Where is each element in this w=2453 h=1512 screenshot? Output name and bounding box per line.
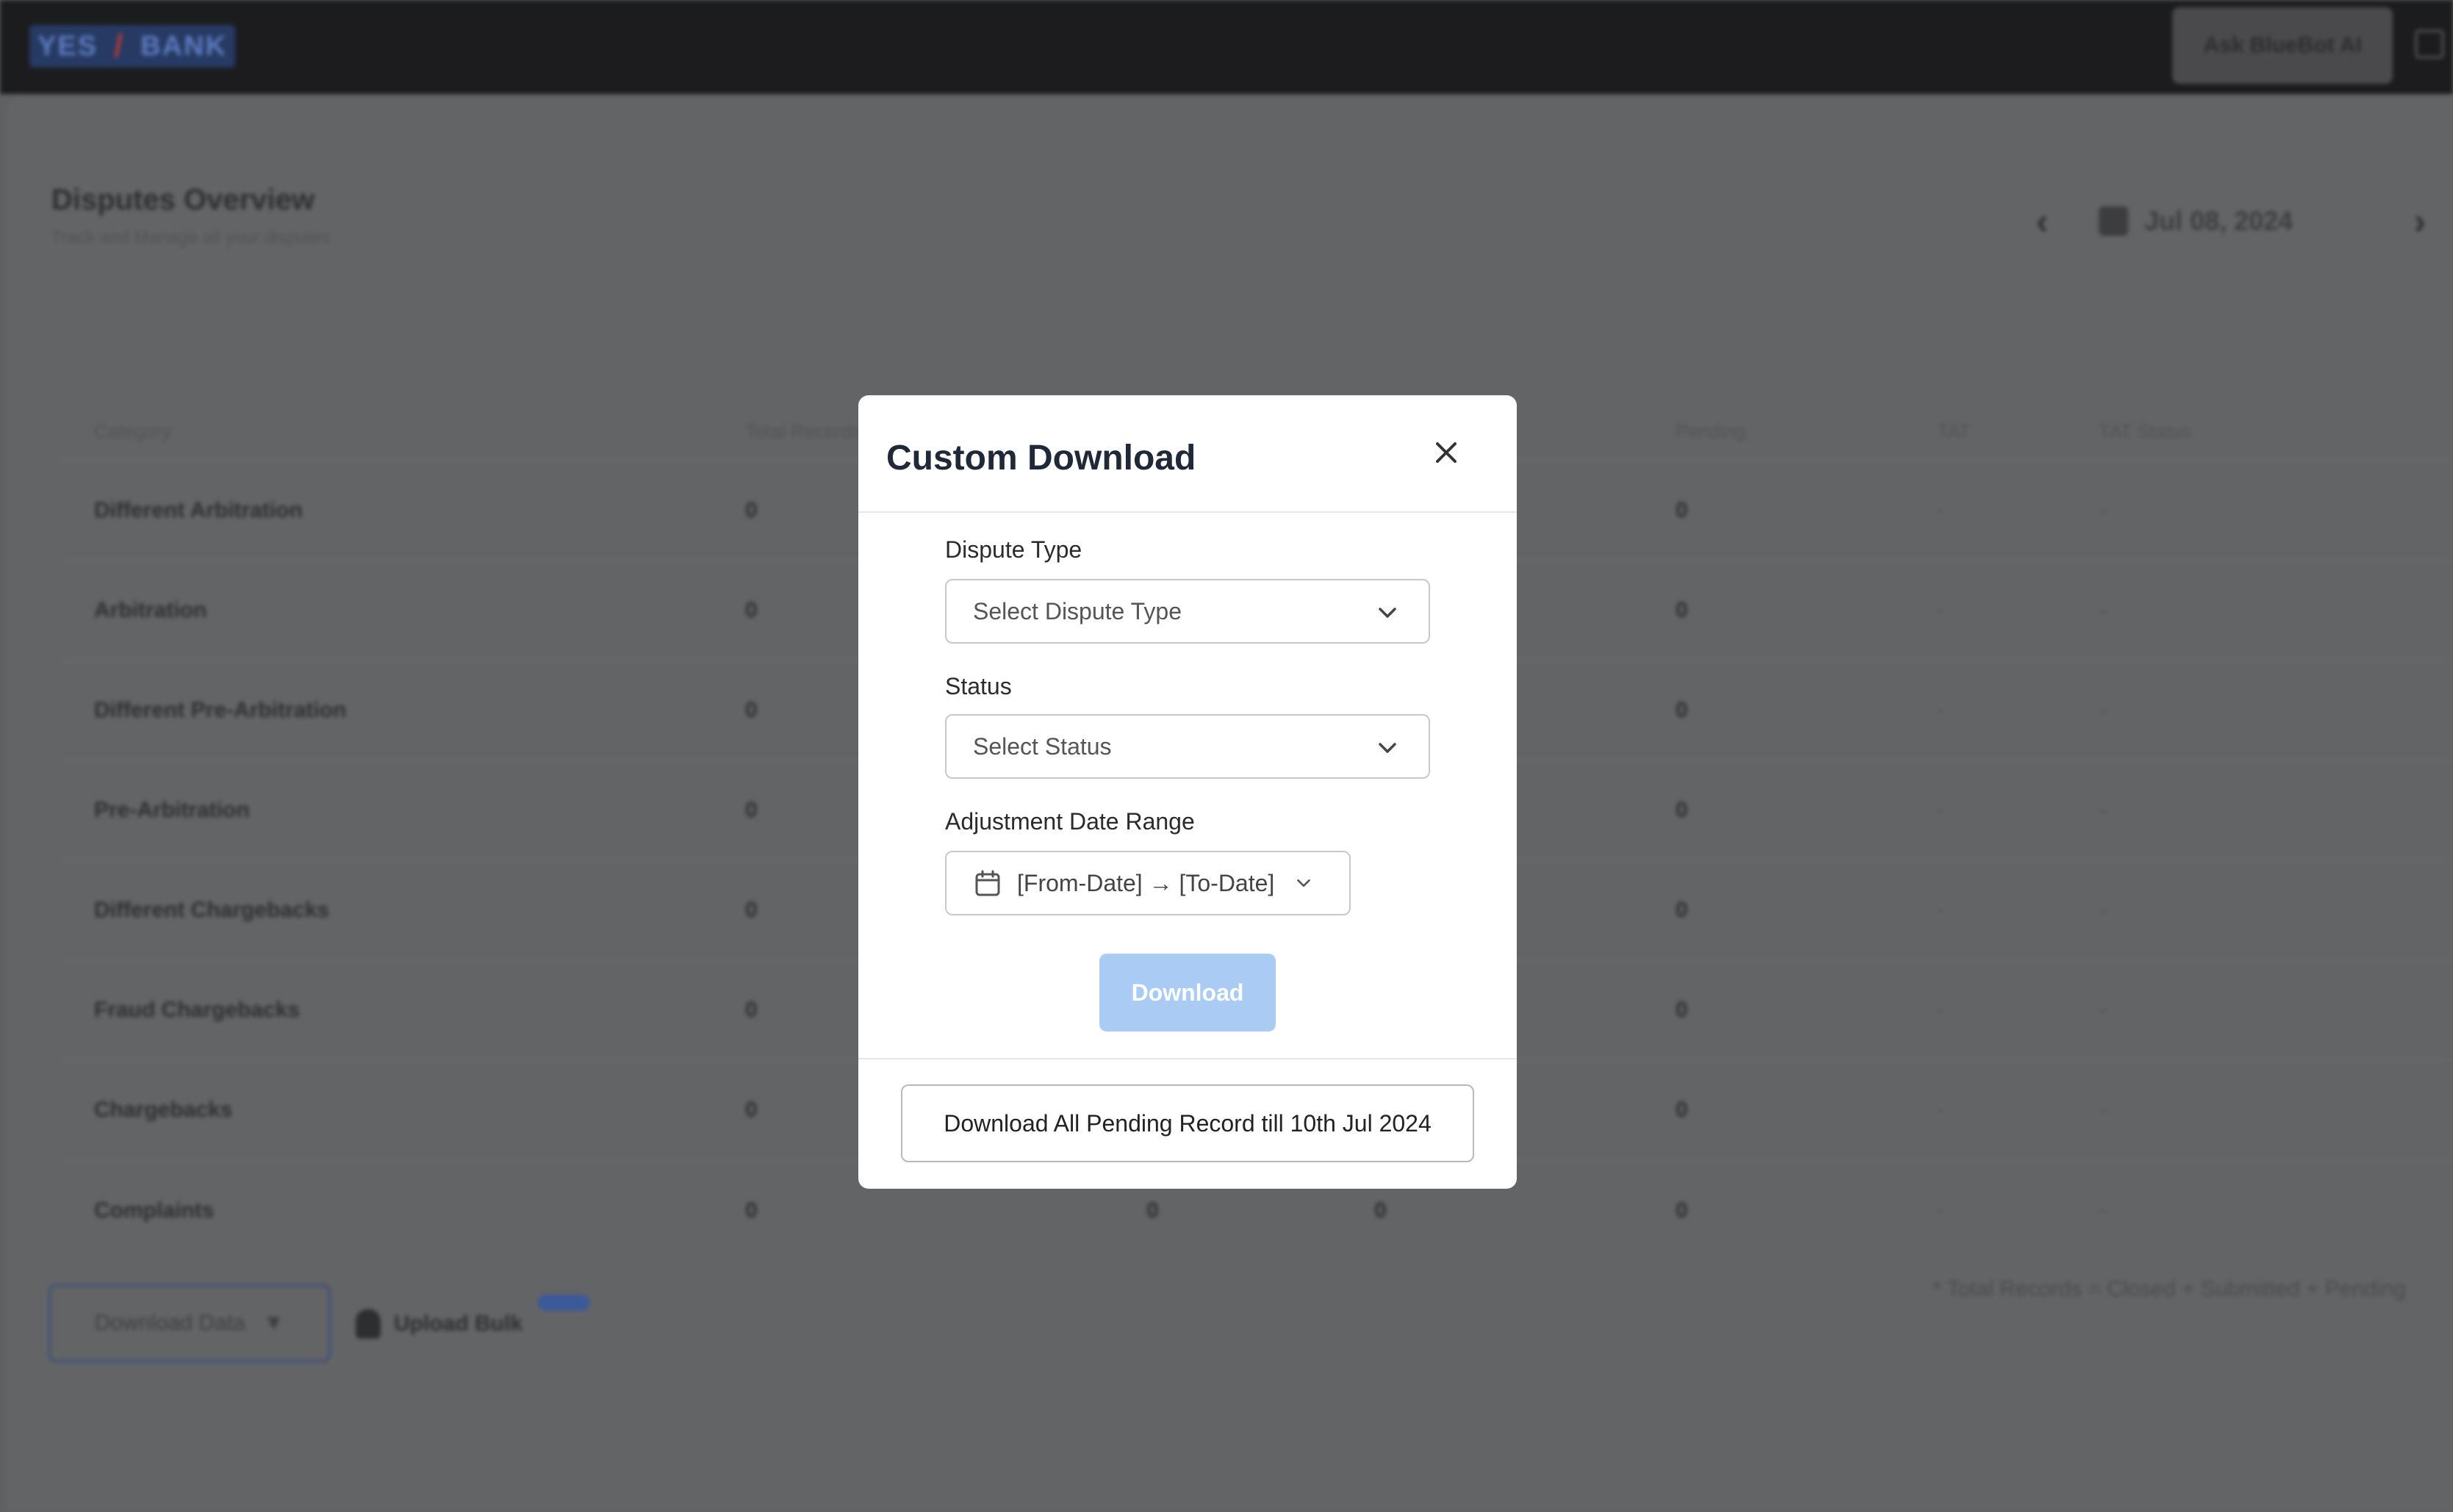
calendar-icon [975, 870, 1000, 896]
row-pending: 0 [1676, 798, 1688, 822]
page-title: Disputes Overview [51, 184, 315, 216]
row-tat-status: - [2099, 1098, 2106, 1122]
row-total: 0 [745, 498, 758, 522]
bank-logo: YES / BANK [29, 25, 235, 68]
header-total: Total Records [745, 420, 862, 442]
header-pending: Pending [1676, 420, 1746, 442]
row-total: 0 [745, 798, 758, 822]
chevron-down-icon [1297, 879, 1311, 888]
row-tat: - [1937, 498, 1944, 522]
row-category: Fraud Chargebacks [94, 998, 301, 1022]
row-pending: 0 [1676, 998, 1688, 1022]
row-category: Different Arbitration [94, 498, 303, 522]
page-subtitle: Track and Manage all your disputes [51, 228, 331, 248]
logo-right-text: BANK [140, 30, 227, 62]
row-tat-status: - [2099, 898, 2106, 922]
modal-title: Custom Download [886, 439, 1196, 478]
row-pending: 0 [1676, 698, 1688, 722]
logo-slash: / [114, 28, 125, 64]
download-data-button[interactable]: Download Data ▼ [49, 1284, 331, 1362]
date-range-picker[interactable]: [From-Date] → [To-Date] [945, 851, 1351, 915]
date-range-label: Adjustment Date Range [945, 808, 1195, 835]
current-date: Jul 08, 2024 [2144, 206, 2294, 236]
calendar-icon [2099, 206, 2128, 236]
row-total: 0 [745, 1198, 758, 1223]
download-pending-button[interactable]: Download All Pending Record till 10th Ju… [901, 1084, 1474, 1162]
menu-icon[interactable] [2415, 29, 2444, 59]
date-navigator: ‹ Jul 08, 2024 › [2009, 187, 2453, 256]
row-closed: 0 [1146, 1198, 1159, 1223]
modal-header: Custom Download [858, 395, 1517, 513]
row-total: 0 [745, 898, 758, 922]
row-tat: - [1937, 1098, 1944, 1122]
status-placeholder: Select Status [973, 732, 1112, 760]
row-total: 0 [745, 598, 758, 622]
row-category: Chargebacks [94, 1098, 233, 1122]
row-pending: 0 [1676, 598, 1688, 622]
row-tat: - [1937, 1198, 1944, 1223]
row-pending: 0 [1676, 1098, 1688, 1122]
row-category: Different Chargebacks [94, 898, 330, 922]
status-label: Status [945, 673, 1012, 699]
download-button[interactable]: Download [1099, 954, 1276, 1032]
totals-legend: * Total Records = Closed + Submitted + P… [1933, 1277, 2407, 1301]
modal-divider [858, 1058, 1517, 1059]
user-icon [356, 1309, 381, 1339]
dispute-type-select[interactable]: Select Dispute Type [945, 579, 1430, 644]
dispute-type-placeholder: Select Dispute Type [973, 597, 1182, 624]
download-data-label: Download Data [94, 1311, 245, 1335]
chevron-down-icon [1379, 743, 1396, 753]
row-pending: 0 [1676, 898, 1688, 922]
assistant-button[interactable]: Ask BlueBot AI [2172, 7, 2393, 84]
row-category: Complaints [94, 1198, 215, 1223]
upload-bulk-button[interactable]: Upload Bulk [356, 1293, 522, 1355]
custom-download-modal: Custom Download Dispute Type Select Disp… [858, 395, 1517, 1189]
prev-date-icon[interactable]: ‹ [2009, 187, 2075, 256]
row-pending: 0 [1676, 1198, 1688, 1223]
top-bar: YES / BANK Ask BlueBot AI [0, 0, 2453, 94]
row-tat: - [1937, 798, 1944, 822]
header-tat: TAT [1937, 420, 1971, 442]
row-tat-status: - [2099, 498, 2106, 522]
row-tat-status: - [2099, 798, 2106, 822]
close-icon [1436, 442, 1457, 463]
chevron-down-icon [1379, 608, 1396, 618]
row-category: Different Pre-Arbitration [94, 698, 347, 722]
row-pending: 0 [1676, 498, 1688, 522]
logo-left-text: YES [37, 30, 98, 62]
next-date-icon[interactable]: › [2387, 187, 2453, 256]
row-submitted: 0 [1374, 1198, 1387, 1223]
row-tat-status: - [2099, 698, 2106, 722]
status-select[interactable]: Select Status [945, 714, 1430, 779]
new-badge [538, 1295, 589, 1311]
row-tat-status: - [2099, 998, 2106, 1022]
row-total: 0 [745, 1098, 758, 1122]
row-tat: - [1937, 598, 1944, 622]
row-tat: - [1937, 698, 1944, 722]
row-total: 0 [745, 998, 758, 1022]
row-tat: - [1937, 898, 1944, 922]
row-tat: - [1937, 998, 1944, 1022]
close-button[interactable] [1426, 432, 1467, 473]
dispute-type-label: Dispute Type [945, 536, 1082, 563]
date-range-value: [From-Date] → [To-Date] [1017, 869, 1275, 896]
row-category: Pre-Arbitration [94, 798, 250, 822]
row-category: Arbitration [94, 598, 207, 622]
header-tat-status: TAT Status [2099, 420, 2191, 442]
row-total: 0 [745, 698, 758, 722]
header-category: Category [94, 420, 172, 442]
chevron-down-icon: ▼ [262, 1311, 285, 1335]
row-tat-status: - [2099, 1198, 2106, 1223]
date-picker[interactable]: Jul 08, 2024 [2075, 206, 2387, 237]
upload-bulk-label: Upload Bulk [394, 1311, 523, 1336]
row-tat-status: - [2099, 598, 2106, 622]
